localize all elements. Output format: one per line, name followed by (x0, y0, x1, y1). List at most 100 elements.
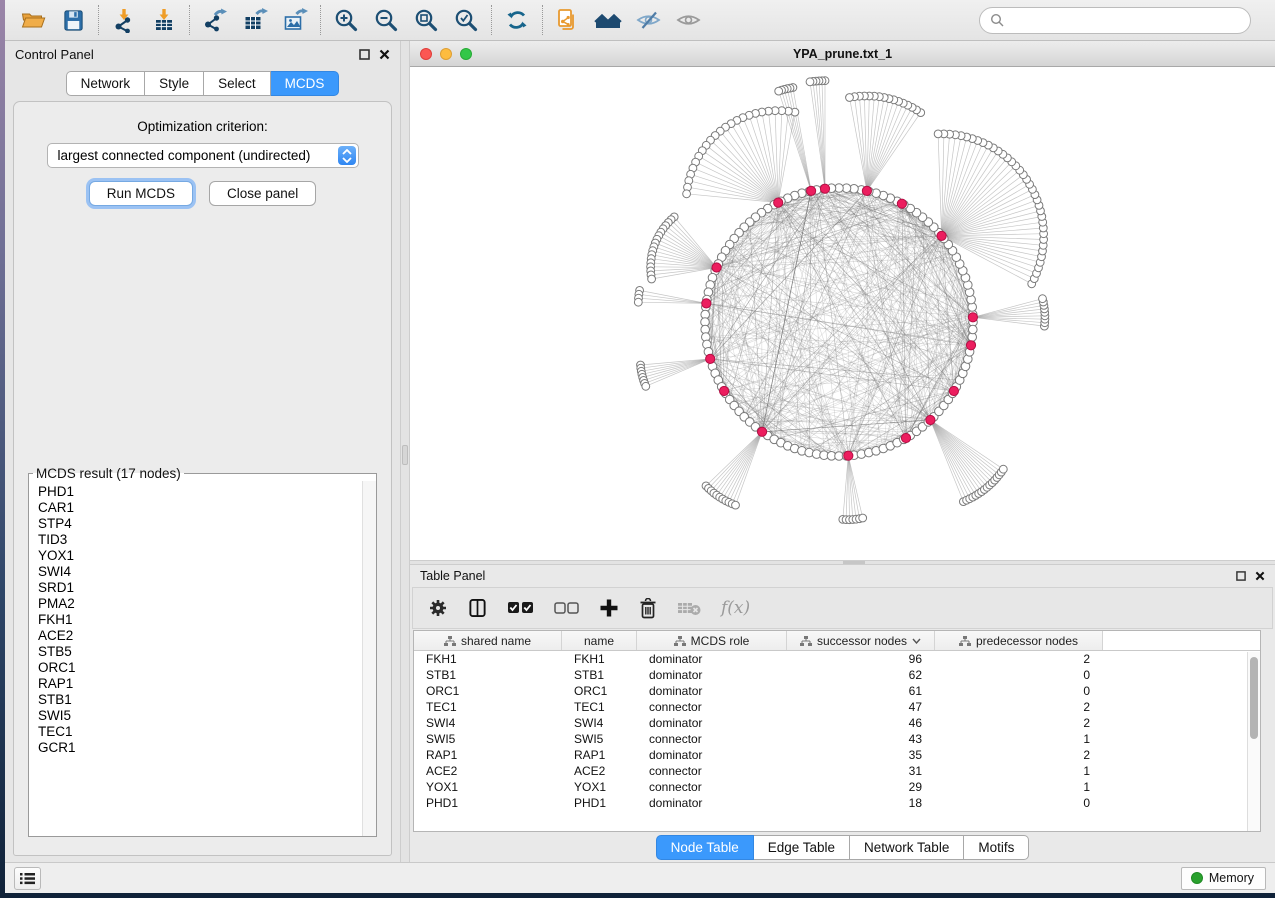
show-log-button[interactable] (14, 867, 41, 890)
table-options-gear-icon[interactable] (428, 598, 448, 618)
search-field[interactable] (979, 7, 1251, 34)
close-window-icon[interactable] (420, 48, 432, 60)
table-row[interactable]: FKH1FKH1dominator962 (414, 651, 1260, 667)
table-scrollbar[interactable] (1247, 652, 1260, 831)
tab-motifs[interactable]: Motifs (964, 835, 1029, 860)
network-graph[interactable] (410, 67, 1275, 560)
column-header-mcds-role[interactable]: MCDS role (637, 631, 787, 650)
table-row[interactable]: ORC1ORC1dominator610 (414, 683, 1260, 699)
delete-columns-trash-icon[interactable] (639, 598, 657, 619)
application-window: Control Panel Network Style Select MCDS … (5, 0, 1275, 893)
import-table-button[interactable] (144, 4, 184, 36)
tab-network[interactable]: Network (66, 71, 146, 96)
select-all-icon[interactable] (507, 601, 534, 615)
float-panel-icon[interactable] (359, 49, 370, 60)
memory-label: Memory (1209, 871, 1254, 885)
mcds-result-item[interactable]: SWI4 (38, 564, 362, 580)
column-header-name[interactable]: name (562, 631, 637, 650)
splitter-grip[interactable] (402, 445, 408, 465)
scrollbar-thumb[interactable] (1250, 657, 1258, 739)
table-cell: 46 (787, 715, 935, 731)
open-file-button[interactable] (13, 4, 53, 36)
run-mcds-button[interactable]: Run MCDS (89, 181, 193, 206)
network-canvas[interactable] (410, 67, 1275, 560)
zoom-fit-button[interactable] (406, 4, 446, 36)
mcds-result-item[interactable]: CAR1 (38, 500, 362, 516)
new-column-plus-icon[interactable] (599, 598, 619, 618)
table-row[interactable]: TEC1TEC1connector472 (414, 699, 1260, 715)
tab-style[interactable]: Style (145, 71, 204, 96)
zoom-selected-button[interactable] (446, 4, 486, 36)
zoom-in-button[interactable] (326, 4, 366, 36)
table-row[interactable]: ACE2ACE2connector311 (414, 763, 1260, 779)
column-header-shared-name[interactable]: shared name (414, 631, 562, 650)
splitter-grip[interactable] (843, 561, 865, 564)
first-neighbors-button[interactable] (588, 4, 628, 36)
close-panel-button[interactable]: Close panel (209, 181, 316, 206)
tab-network-table[interactable]: Network Table (850, 835, 964, 860)
column-header-predecessor-nodes[interactable]: predecessor nodes (935, 631, 1103, 650)
table-row[interactable]: YOX1YOX1connector291 (414, 779, 1260, 795)
tab-edge-table[interactable]: Edge Table (754, 835, 850, 860)
import-network-button[interactable] (104, 4, 144, 36)
show-all-button[interactable] (668, 4, 708, 36)
control-panel-title: Control Panel (15, 47, 94, 62)
table-cell: 62 (787, 667, 935, 683)
mcds-result-item[interactable]: RAP1 (38, 676, 362, 692)
show-hide-columns-icon[interactable] (468, 598, 487, 618)
table-row[interactable]: SWI4SWI4dominator462 (414, 715, 1260, 731)
memory-button[interactable]: Memory (1181, 867, 1266, 890)
deselect-all-icon[interactable] (554, 602, 579, 614)
tab-select[interactable]: Select (204, 71, 271, 96)
export-table-icon (242, 7, 269, 33)
function-builder-icon[interactable]: f(x) (721, 598, 750, 618)
save-session-button[interactable] (53, 4, 93, 36)
mcds-result-item[interactable]: ORC1 (38, 660, 362, 676)
mcds-result-item[interactable]: SRD1 (38, 580, 362, 596)
maximize-window-icon[interactable] (460, 48, 472, 60)
delete-table-icon[interactable] (677, 601, 701, 616)
mcds-result-item[interactable]: FKH1 (38, 612, 362, 628)
sort-indicator-icon[interactable] (912, 638, 921, 644)
mcds-result-item[interactable]: STB5 (38, 644, 362, 660)
search-input[interactable] (1010, 13, 1240, 28)
criterion-select[interactable]: largest connected component (undirected) (47, 143, 359, 168)
table-cell: 0 (935, 795, 1103, 811)
mcds-result-item[interactable]: YOX1 (38, 548, 362, 564)
network-window-titlebar[interactable]: YPA_prune.txt_1 (410, 41, 1275, 67)
mcds-list-scrollbar[interactable] (362, 481, 376, 836)
mcds-result-item[interactable]: GCR1 (38, 740, 362, 756)
column-header-successor-nodes[interactable]: successor nodes (787, 631, 935, 650)
table-cell: PHD1 (414, 795, 562, 811)
export-image-button[interactable] (275, 4, 315, 36)
mcds-result-list[interactable]: PHD1CAR1STP4TID3YOX1SWI4SRD1PMA2FKH1ACE2… (29, 481, 362, 836)
mcds-result-item[interactable]: TEC1 (38, 724, 362, 740)
zoom-out-button[interactable] (366, 4, 406, 36)
export-network-button[interactable] (195, 4, 235, 36)
mcds-result-item[interactable]: TID3 (38, 532, 362, 548)
mcds-result-item[interactable]: STP4 (38, 516, 362, 532)
tab-mcds[interactable]: MCDS (271, 71, 340, 96)
mcds-result-item[interactable]: SWI5 (38, 708, 362, 724)
tab-node-table[interactable]: Node Table (656, 835, 754, 860)
apply-layout-button[interactable] (497, 4, 537, 36)
table-row[interactable]: SWI5SWI5connector431 (414, 731, 1260, 747)
mcds-result-item[interactable]: PHD1 (38, 484, 362, 500)
table-row[interactable]: RAP1RAP1dominator352 (414, 747, 1260, 763)
close-panel-icon[interactable] (1255, 571, 1265, 581)
table-cell: SWI5 (562, 731, 637, 747)
table-row[interactable]: STB1STB1dominator620 (414, 667, 1260, 683)
duplicate-network-button[interactable] (548, 4, 588, 36)
mcds-result-item[interactable]: ACE2 (38, 628, 362, 644)
hide-selected-button[interactable] (628, 4, 668, 36)
panel-splitter-horizontal[interactable] (410, 560, 1275, 565)
export-table-button[interactable] (235, 4, 275, 36)
mcds-result-item[interactable]: PMA2 (38, 596, 362, 612)
panel-splitter-vertical[interactable] (400, 41, 410, 862)
node-table-header: shared name name MCDS role successor nod… (414, 631, 1260, 651)
close-panel-icon[interactable] (379, 49, 390, 60)
minimize-window-icon[interactable] (440, 48, 452, 60)
mcds-result-item[interactable]: STB1 (38, 692, 362, 708)
float-panel-icon[interactable] (1236, 571, 1246, 581)
table-row[interactable]: PHD1PHD1dominator180 (414, 795, 1260, 811)
